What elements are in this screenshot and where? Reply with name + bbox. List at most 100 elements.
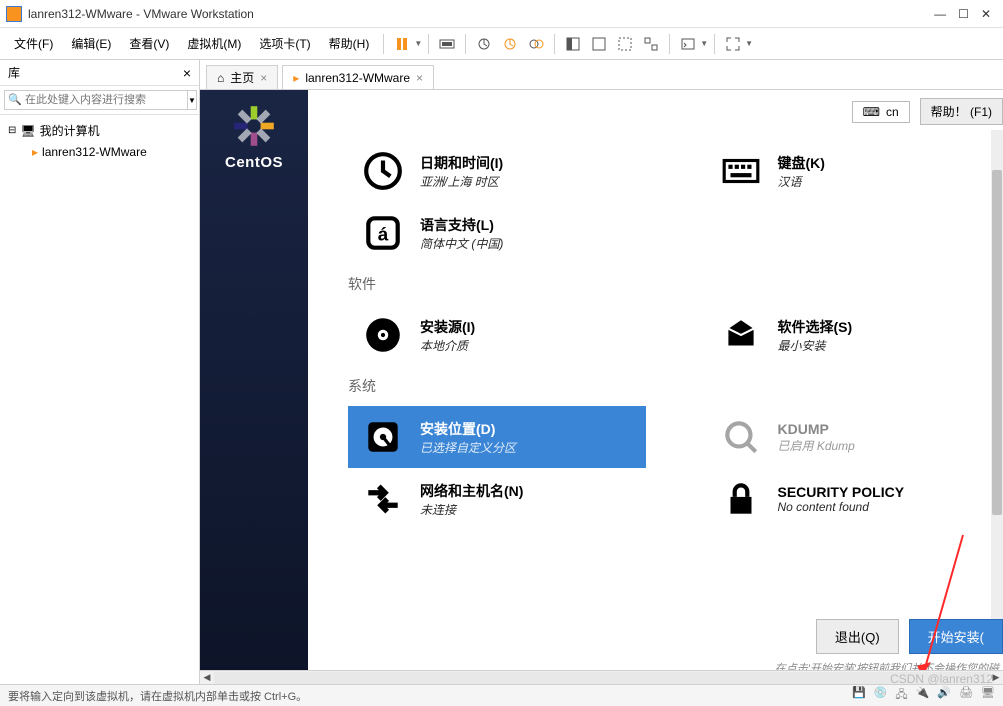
option-keyboard-sub: 汉语: [778, 173, 825, 190]
vmware-app-icon: [6, 6, 22, 22]
option-network[interactable]: 网络和主机名(N)未连接: [348, 468, 646, 530]
status-text: 要将输入定向到该虚拟机，请在虚拟机内部单击或按 Ctrl+G。: [8, 688, 307, 704]
help-button[interactable]: 帮助！ (F1): [920, 98, 1003, 125]
status-usb-icon[interactable]: 🔌: [916, 686, 930, 705]
option-kdump-sub: 已启用 Kdump: [778, 437, 855, 454]
view-single-icon[interactable]: [561, 32, 585, 56]
tree-vm-lanren312[interactable]: ▸ lanren312-WMware: [4, 142, 195, 162]
option-software-selection[interactable]: 软件选择(S)最小安装: [706, 304, 1003, 366]
library-tree: ⊟ 🖥 我的计算机 ▸ lanren312-WMware: [0, 115, 199, 166]
installer-scrollbar[interactable]: [991, 130, 1003, 624]
vm-console[interactable]: CentOS ⌨ cn 帮助！ (F1) 日期和时间(: [200, 90, 1003, 684]
tab-vm-close[interactable]: ×: [416, 71, 423, 85]
computer-icon: 🖥: [20, 124, 35, 138]
snapshot-icon[interactable]: [472, 32, 496, 56]
option-datetime[interactable]: 日期和时间(I)亚洲/上海 时区: [348, 140, 646, 202]
option-kdump[interactable]: KDUMP已启用 Kdump: [706, 406, 1003, 468]
pause-button[interactable]: [390, 32, 414, 56]
console-dropdown[interactable]: ▼: [700, 39, 708, 48]
menu-vm[interactable]: 虚拟机(M): [179, 31, 249, 56]
minimize-button[interactable]: —: [934, 7, 946, 21]
tab-vm-label: lanren312-WMware: [305, 71, 410, 85]
option-network-sub: 未连接: [420, 501, 523, 518]
network-icon: [360, 476, 406, 522]
window-title: lanren312-WMware - VMware Workstation: [28, 7, 934, 21]
view-grid-icon[interactable]: [613, 32, 637, 56]
keyboard-layout-label: cn: [886, 105, 899, 119]
sidebar-title: 库: [8, 64, 20, 81]
option-swsel-sub: 最小安装: [778, 337, 853, 354]
option-security-sub: No content found: [778, 500, 905, 514]
unity-icon[interactable]: [639, 32, 663, 56]
disc-icon: [360, 312, 406, 358]
expand-icon[interactable]: ⊟: [8, 125, 16, 136]
send-ctrl-alt-del-icon[interactable]: [435, 32, 459, 56]
option-destination-sub: 已选择自定义分区: [420, 439, 516, 456]
lock-icon: [718, 476, 764, 522]
quit-button[interactable]: 退出(Q): [816, 619, 899, 654]
close-button[interactable]: ✕: [981, 7, 991, 21]
pause-dropdown[interactable]: ▼: [414, 39, 422, 48]
vm-horizontal-scrollbar[interactable]: ◀ ▶: [200, 670, 1003, 684]
clock-icon: [360, 148, 406, 194]
vm-tab-icon: ▸: [293, 71, 299, 85]
option-kdump-title: KDUMP: [778, 421, 855, 437]
section-software: 软件: [348, 274, 1003, 294]
option-destination[interactable]: 安装位置(D)已选择自定义分区: [348, 406, 646, 468]
fullscreen-icon[interactable]: [721, 32, 745, 56]
option-datetime-title: 日期和时间(I): [420, 153, 503, 173]
status-cd-icon[interactable]: 💿: [874, 686, 888, 705]
search-input[interactable]: [4, 90, 188, 110]
status-sound-icon[interactable]: 🔊: [937, 686, 951, 705]
anaconda-installer: ⌨ cn 帮助！ (F1) 日期和时间(I)亚洲/上海 时区: [308, 90, 1003, 684]
maximize-button[interactable]: ☐: [958, 7, 969, 21]
option-source-sub: 本地介质: [420, 337, 475, 354]
status-disk-icon[interactable]: 💾: [852, 686, 866, 705]
menu-edit[interactable]: 编辑(E): [63, 31, 119, 56]
tab-home[interactable]: ⌂ 主页 ×: [206, 65, 278, 89]
centos-sidebar: CentOS: [200, 90, 308, 684]
snapshot-manager-icon[interactable]: [524, 32, 548, 56]
package-icon: [718, 312, 764, 358]
option-source[interactable]: 安装源(I)本地介质: [348, 304, 646, 366]
keyboard-icon: ⌨: [863, 105, 880, 119]
begin-install-button[interactable]: 开始安装(: [909, 619, 1003, 654]
home-icon: ⌂: [217, 71, 224, 85]
snapshot-revert-icon[interactable]: [498, 32, 522, 56]
fullscreen-dropdown[interactable]: ▼: [745, 39, 753, 48]
menu-tabs[interactable]: 选项卡(T): [251, 31, 318, 56]
sidebar-header: 库 ×: [0, 60, 199, 86]
tab-vm[interactable]: ▸ lanren312-WMware ×: [282, 65, 434, 89]
watermark: CSDN @lanren312: [890, 672, 993, 686]
option-security-title: SECURITY POLICY: [778, 484, 905, 500]
status-net-icon[interactable]: 🖧: [895, 686, 907, 705]
vm-icon: ▸: [32, 145, 38, 159]
svg-text:á: á: [378, 224, 389, 245]
library-sidebar: 库 × 🔍 ▼ ⊟ 🖥 我的计算机 ▸ lanren312-WMware: [0, 60, 200, 684]
status-display-icon[interactable]: 🖥: [981, 686, 995, 705]
option-source-title: 安装源(I): [420, 317, 475, 337]
option-language-sub: 简体中文 (中国): [420, 235, 503, 252]
option-network-title: 网络和主机名(N): [420, 481, 523, 501]
installer-footer: 退出(Q) 开始安装( 在点击'开始安装'按钮前我们并不会操作您的磁: [775, 619, 1003, 676]
option-language-title: 语言支持(L): [420, 215, 503, 235]
menu-help[interactable]: 帮助(H): [321, 31, 378, 56]
console-icon[interactable]: [676, 32, 700, 56]
option-language[interactable]: á 语言支持(L)简体中文 (中国): [348, 202, 648, 264]
menu-view[interactable]: 查看(V): [121, 31, 177, 56]
kdump-icon: [718, 414, 764, 460]
option-security[interactable]: SECURITY POLICYNo content found: [706, 468, 1003, 530]
keyboard-layout-indicator[interactable]: ⌨ cn: [852, 101, 910, 123]
menu-file[interactable]: 文件(F): [6, 31, 61, 56]
sidebar-close-icon[interactable]: ×: [183, 65, 191, 81]
scroll-left-icon[interactable]: ◀: [200, 672, 214, 683]
tree-root-mycomputer[interactable]: ⊟ 🖥 我的计算机: [4, 119, 195, 142]
option-swsel-title: 软件选择(S): [778, 317, 853, 337]
tab-home-close[interactable]: ×: [260, 71, 267, 85]
option-datetime-sub: 亚洲/上海 时区: [420, 173, 503, 190]
search-dropdown[interactable]: ▼: [188, 90, 197, 110]
option-keyboard[interactable]: 键盘(K)汉语: [706, 140, 1003, 202]
status-printer-icon[interactable]: 🖨: [959, 686, 973, 705]
option-destination-title: 安装位置(D): [420, 419, 516, 439]
view-split-icon[interactable]: [587, 32, 611, 56]
